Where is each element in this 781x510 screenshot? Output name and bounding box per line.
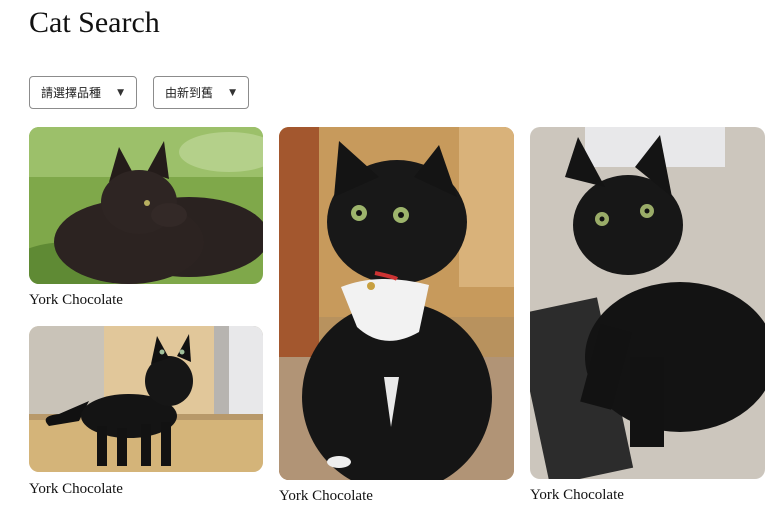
caret-down-icon: ▼ bbox=[117, 87, 124, 98]
cat-breed-label: York Chocolate bbox=[530, 487, 624, 503]
cat-breed-label: York Chocolate bbox=[29, 481, 123, 497]
cat-photo[interactable] bbox=[29, 326, 263, 472]
sort-select-value: 由新到舊 bbox=[165, 86, 214, 100]
cat-photo[interactable] bbox=[279, 127, 514, 480]
cat-breed-label: York Chocolate bbox=[279, 488, 373, 504]
caret-down-icon: ▼ bbox=[229, 87, 236, 98]
breed-select-value: 請選擇品種 bbox=[41, 86, 102, 100]
sort-select[interactable]: 由新到舊 ▼ bbox=[153, 76, 249, 109]
page-title: Cat Search bbox=[29, 6, 160, 39]
cat-photo[interactable] bbox=[29, 127, 263, 284]
breed-select[interactable]: 請選擇品種 ▼ bbox=[29, 76, 137, 109]
cat-breed-label: York Chocolate bbox=[29, 292, 123, 308]
cat-photo[interactable] bbox=[530, 127, 765, 479]
